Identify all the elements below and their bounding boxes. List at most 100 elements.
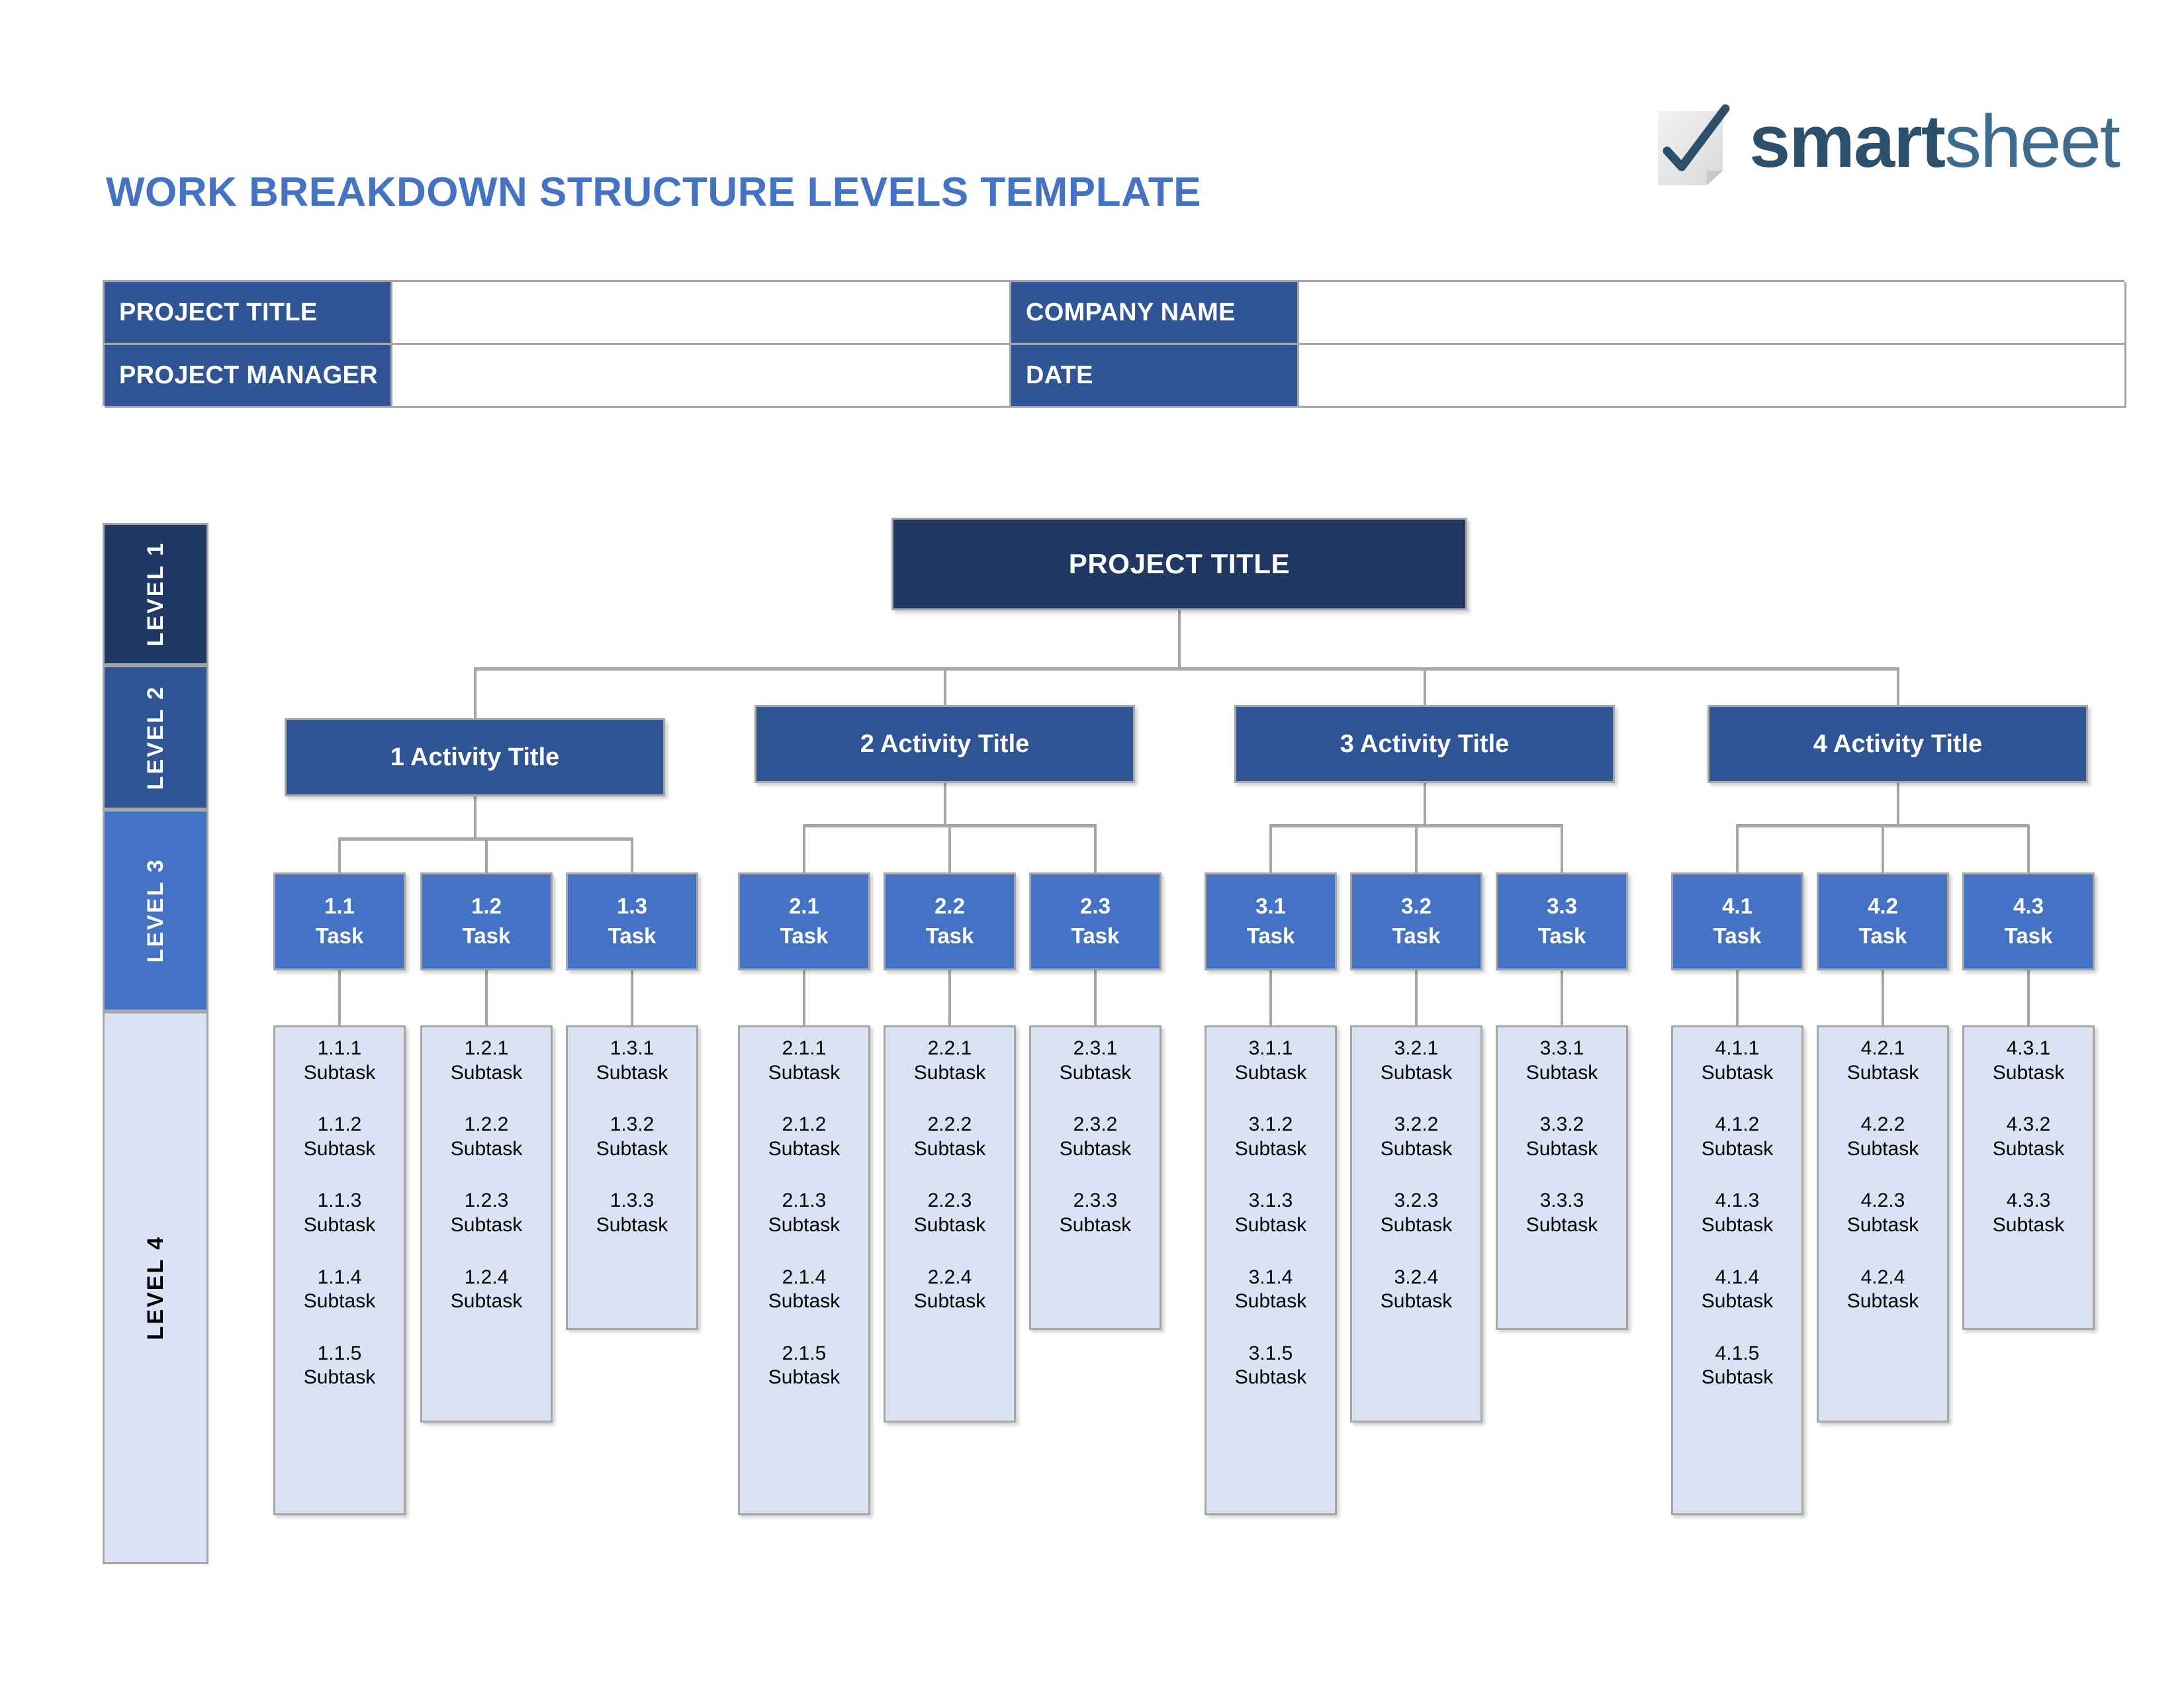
company-name-input[interactable] — [1299, 282, 2126, 345]
task-number: 4.1 — [1722, 894, 1752, 919]
wbs-subtask-item[interactable]: 4.2.3 Subtask — [1819, 1189, 1947, 1237]
wbs-subtask-item[interactable]: 2.1.5 Subtask — [740, 1342, 868, 1390]
wbs-subtask-item[interactable]: 4.1.4 Subtask — [1673, 1266, 1801, 1314]
wbs-subtask-item[interactable]: 3.2.1 Subtask — [1352, 1037, 1480, 1085]
subtask-label: Subtask — [913, 1137, 986, 1160]
wbs-subtask-item[interactable]: 4.3.2 Subtask — [1964, 1113, 2093, 1161]
project-title-input[interactable] — [392, 282, 1011, 345]
wbs-subtask-item[interactable]: 4.3.3 Subtask — [1964, 1189, 2093, 1237]
wbs-subtask-item[interactable]: 3.3.3 Subtask — [1498, 1189, 1626, 1237]
wbs-subtask-item[interactable]: 2.1.2 Subtask — [740, 1113, 868, 1161]
subtask-number: 3.1.3 — [1248, 1190, 1293, 1212]
wbs-task-node[interactable]: 4.1 Task — [1671, 872, 1803, 970]
wbs-subtask-item[interactable]: 1.1.4 Subtask — [275, 1266, 404, 1314]
wbs-subtask-item[interactable]: 4.1.1 Subtask — [1673, 1037, 1801, 1085]
wbs-subtask-column: 3.3.1 Subtask 3.3.2 Subtask 3.3.3 Subtask — [1496, 1025, 1628, 1330]
task-number: 1.2 — [471, 894, 502, 919]
wbs-subtask-item[interactable]: 3.1.3 Subtask — [1206, 1189, 1335, 1237]
wbs-subtask-item[interactable]: 1.1.5 Subtask — [275, 1342, 404, 1390]
wbs-task-node[interactable]: 3.2 Task — [1350, 872, 1482, 970]
subtask-label: Subtask — [1846, 1137, 1919, 1160]
wbs-subtask-item[interactable]: 2.1.4 Subtask — [740, 1266, 868, 1314]
wbs-subtask-item[interactable]: 1.2.3 Subtask — [422, 1189, 551, 1237]
wbs-activity-node[interactable]: 3 Activity Title — [1234, 705, 1615, 783]
wbs-subtask-item[interactable]: 3.1.5 Subtask — [1206, 1342, 1335, 1390]
logo-word-bold: smart — [1749, 100, 1946, 183]
subtask-number: 1.1.4 — [317, 1266, 362, 1288]
connector-line — [1896, 667, 1899, 705]
subtask-label: Subtask — [303, 1366, 376, 1389]
page-title: WORK BREAKDOWN STRUCTURE LEVELS TEMPLATE — [106, 169, 1201, 215]
wbs-task-node[interactable]: 3.1 Task — [1205, 872, 1337, 970]
wbs-subtask-item[interactable]: 1.3.1 Subtask — [568, 1037, 696, 1085]
project-title-label: PROJECT TITLE — [105, 282, 392, 345]
wbs-subtask-item[interactable]: 3.1.4 Subtask — [1206, 1266, 1335, 1314]
task-number: 1.3 — [617, 894, 647, 919]
wbs-subtask-item[interactable]: 3.2.2 Subtask — [1352, 1113, 1480, 1161]
wbs-subtask-item[interactable]: 3.1.2 Subtask — [1206, 1113, 1335, 1161]
wbs-subtask-item[interactable]: 2.2.4 Subtask — [886, 1266, 1014, 1314]
wbs-task-node[interactable]: 1.1 Task — [273, 872, 406, 970]
task-label: Task — [925, 923, 974, 948]
wbs-task-node[interactable]: 4.2 Task — [1817, 872, 1949, 970]
connector-line — [943, 783, 946, 824]
wbs-subtask-item[interactable]: 3.3.1 Subtask — [1498, 1037, 1626, 1085]
wbs-activity-node[interactable]: 2 Activity Title — [754, 705, 1135, 783]
wbs-subtask-item[interactable]: 4.3.1 Subtask — [1964, 1037, 2093, 1085]
wbs-subtask-item[interactable]: 1.1.2 Subtask — [275, 1113, 404, 1161]
wbs-task-node[interactable]: 2.2 Task — [884, 872, 1016, 970]
date-input[interactable] — [1299, 345, 2126, 408]
wbs-activity-node[interactable]: 1 Activity Title — [285, 718, 665, 796]
project-manager-input[interactable] — [392, 345, 1011, 408]
wbs-subtask-item[interactable]: 3.2.3 Subtask — [1352, 1189, 1480, 1237]
subtask-number: 1.3.2 — [610, 1113, 655, 1136]
wbs-subtask-item[interactable]: 1.3.3 Subtask — [568, 1189, 696, 1237]
wbs-subtask-item[interactable]: 2.2.1 Subtask — [886, 1037, 1014, 1085]
subtask-label: Subtask — [1234, 1213, 1307, 1236]
subtask-label: Subtask — [450, 1137, 523, 1160]
subtask-label: Subtask — [303, 1061, 376, 1084]
wbs-subtask-item[interactable]: 4.1.2 Subtask — [1673, 1113, 1801, 1161]
wbs-task-node[interactable]: 4.3 Task — [1962, 872, 2095, 970]
wbs-subtask-item[interactable]: 1.1.1 Subtask — [275, 1037, 404, 1085]
subtask-number: 3.3.3 — [1539, 1190, 1584, 1212]
wbs-task-node[interactable]: 2.3 Task — [1029, 872, 1161, 970]
wbs-subtask-item[interactable]: 1.2.1 Subtask — [422, 1037, 551, 1085]
wbs-activity-node[interactable]: 4 Activity Title — [1707, 705, 2088, 783]
wbs-subtask-item[interactable]: 3.2.4 Subtask — [1352, 1266, 1480, 1314]
connector-line — [1415, 824, 1418, 872]
wbs-root-node[interactable]: PROJECT TITLE — [891, 518, 1467, 610]
wbs-subtask-item[interactable]: 1.2.4 Subtask — [422, 1266, 551, 1314]
wbs-subtask-item[interactable]: 3.3.2 Subtask — [1498, 1113, 1626, 1161]
subtask-number: 3.1.1 — [1248, 1037, 1293, 1059]
wbs-subtask-item[interactable]: 2.2.2 Subtask — [886, 1113, 1014, 1161]
subtask-number: 2.2.3 — [927, 1190, 972, 1212]
subtask-number: 1.2.3 — [464, 1190, 509, 1212]
wbs-subtask-item[interactable]: 4.2.1 Subtask — [1819, 1037, 1947, 1085]
task-label: Task — [780, 923, 829, 948]
wbs-subtask-item[interactable]: 4.1.5 Subtask — [1673, 1342, 1801, 1390]
wbs-subtask-item[interactable]: 1.1.3 Subtask — [275, 1189, 404, 1237]
wbs-task-node[interactable]: 2.1 Task — [738, 872, 870, 970]
wbs-subtask-item[interactable]: 2.3.3 Subtask — [1031, 1189, 1160, 1237]
subtask-number: 4.1.3 — [1715, 1190, 1760, 1212]
wbs-subtask-item[interactable]: 2.3.1 Subtask — [1031, 1037, 1160, 1085]
wbs-subtask-item[interactable]: 2.1.3 Subtask — [740, 1189, 868, 1237]
wbs-subtask-item[interactable]: 4.2.4 Subtask — [1819, 1266, 1947, 1314]
wbs-task-node[interactable]: 1.3 Task — [566, 872, 698, 970]
wbs-task-node[interactable]: 1.2 Task — [420, 872, 553, 970]
wbs-subtask-item[interactable]: 2.3.2 Subtask — [1031, 1113, 1160, 1161]
subtask-number: 4.3.3 — [2006, 1190, 2051, 1212]
level-3-label: LEVEL 3 — [142, 858, 168, 963]
wbs-subtask-item[interactable]: 3.1.1 Subtask — [1206, 1037, 1335, 1085]
wbs-subtask-item[interactable]: 2.1.1 Subtask — [740, 1037, 868, 1085]
connector-line — [943, 667, 946, 705]
wbs-subtask-item[interactable]: 2.2.3 Subtask — [886, 1189, 1014, 1237]
wbs-subtask-item[interactable]: 4.1.3 Subtask — [1673, 1189, 1801, 1237]
logo-word-light: sheet — [1944, 100, 2120, 183]
task-label: Task — [1713, 923, 1762, 948]
wbs-task-node[interactable]: 3.3 Task — [1496, 872, 1628, 970]
wbs-subtask-item[interactable]: 4.2.2 Subtask — [1819, 1113, 1947, 1161]
wbs-subtask-item[interactable]: 1.2.2 Subtask — [422, 1113, 551, 1161]
wbs-subtask-item[interactable]: 1.3.2 Subtask — [568, 1113, 696, 1161]
